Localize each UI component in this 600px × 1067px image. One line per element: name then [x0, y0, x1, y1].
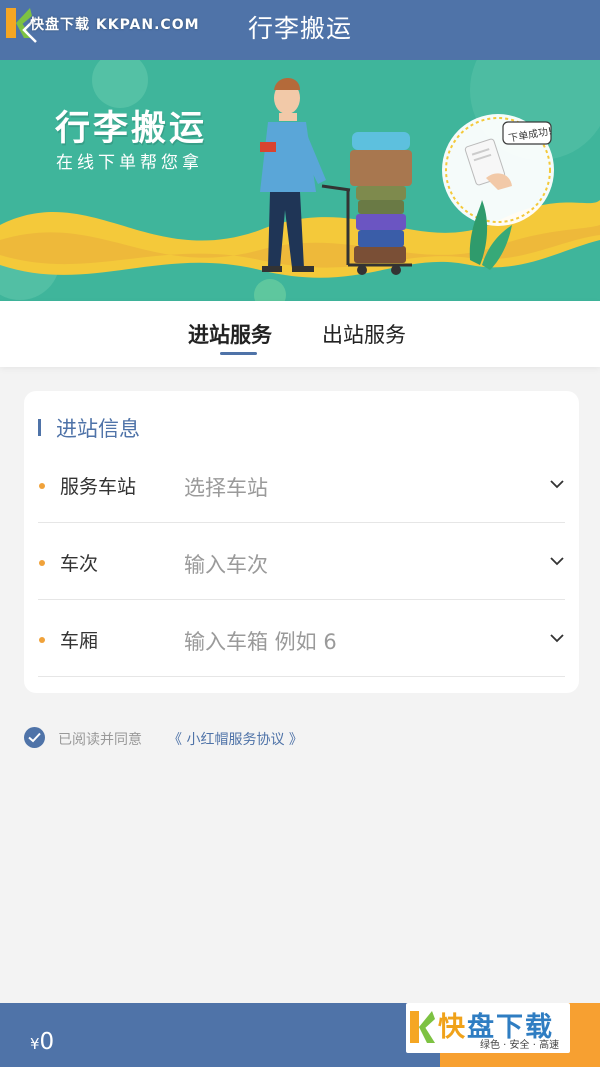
- required-dot: [39, 560, 45, 566]
- field-label: 车次: [60, 553, 99, 575]
- banner-subtitle: 在线下单帮您拿: [56, 153, 203, 173]
- required-dot: [39, 637, 45, 643]
- inbound-info-card: 进站信息 服务车站 选择车站 车次 输入车次 车厢 输入车箱 例如 6: [24, 391, 579, 693]
- field-label: 车厢: [60, 630, 99, 652]
- service-station-field[interactable]: 服务车站 选择车站: [38, 446, 565, 523]
- chevron-down-icon[interactable]: [549, 556, 565, 566]
- banner-title: 行李搬运: [55, 109, 208, 149]
- carriage-number-field[interactable]: 车厢 输入车箱 例如 6: [38, 600, 565, 677]
- carriage-number-input[interactable]: 输入车箱 例如 6: [184, 626, 337, 656]
- currency-symbol: ¥: [30, 1035, 40, 1053]
- promo-banner: 行李搬运 在线下单帮您拿 下单成功!: [0, 60, 600, 301]
- train-number-input[interactable]: 输入车次: [184, 549, 268, 579]
- total-price: ¥0: [30, 1029, 54, 1055]
- service-tabs: 进站服务 出站服务: [0, 301, 600, 367]
- agreement-text: 已阅读并同意: [58, 732, 142, 748]
- service-agreement-link[interactable]: 《 小红帽服务协议 》: [168, 729, 303, 749]
- active-tab-indicator: [220, 352, 257, 355]
- price-value: 0: [39, 1029, 55, 1055]
- chevron-down-icon[interactable]: [549, 633, 565, 643]
- chevron-down-icon[interactable]: [549, 479, 565, 489]
- agreement-checkbox[interactable]: [24, 727, 45, 748]
- section-title: 进站信息: [56, 417, 140, 441]
- kkpan-logo-icon: [410, 1011, 435, 1043]
- train-number-field[interactable]: 车次 输入车次: [38, 523, 565, 600]
- watermark-small-text: 绿色 · 安全 · 高速: [480, 1040, 560, 1051]
- section-marker: [38, 419, 41, 436]
- watermark-badge: 快盘下载 绿色 · 安全 · 高速: [406, 1003, 570, 1053]
- tab-inbound-service[interactable]: 进站服务: [188, 319, 272, 349]
- tab-outbound-service[interactable]: 出站服务: [322, 319, 406, 349]
- top-nav-bar: 快盘下载 KKPAN.COM 行李搬运: [0, 0, 600, 60]
- banner-illustration: [0, 60, 600, 301]
- station-select[interactable]: 选择车站: [184, 472, 268, 502]
- required-dot: [39, 483, 45, 489]
- checkmark-icon: [28, 732, 41, 743]
- field-label: 服务车站: [60, 476, 137, 498]
- page-title: 行李搬运: [247, 14, 352, 43]
